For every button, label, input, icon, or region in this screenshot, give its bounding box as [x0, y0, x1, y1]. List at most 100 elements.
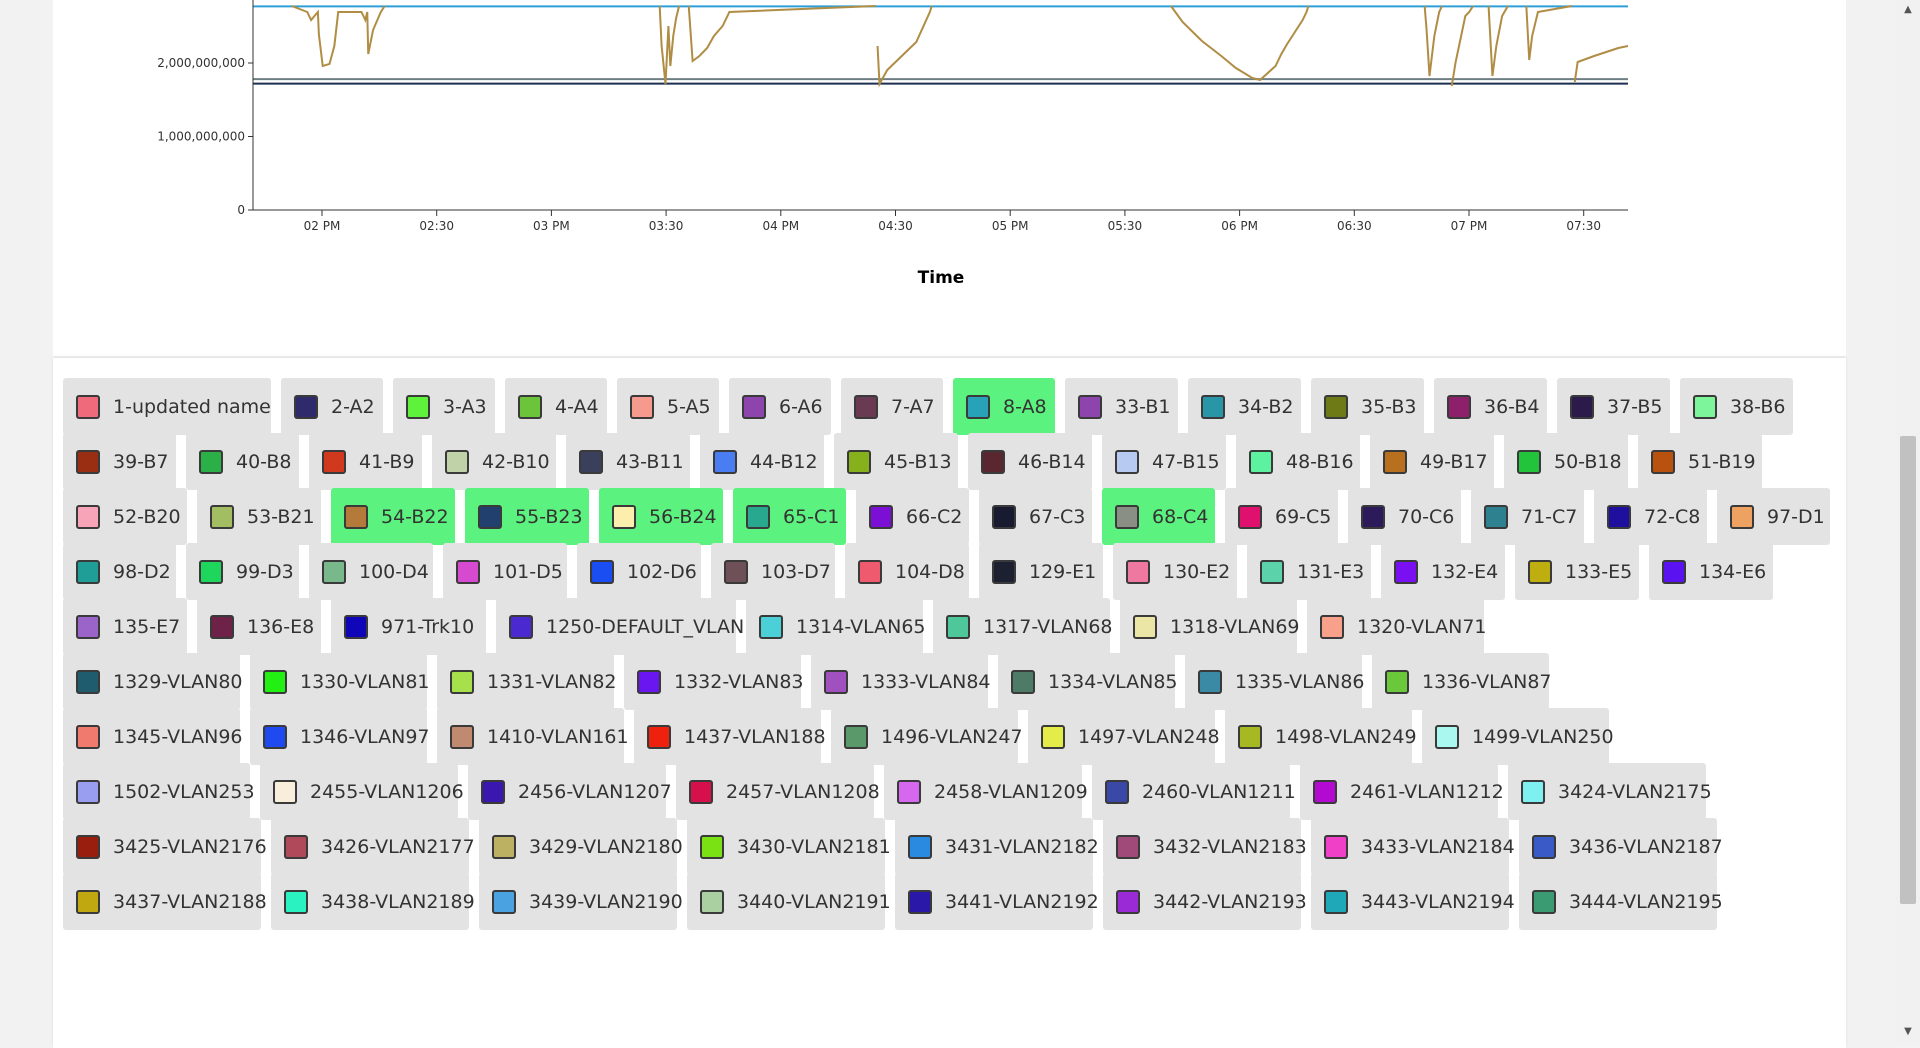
legend-chip[interactable]: 1314-VLAN65: [746, 598, 926, 655]
legend-chip[interactable]: 3432-VLAN2183: [1103, 818, 1307, 875]
legend-chip[interactable]: 1332-VLAN83: [624, 653, 804, 710]
legend-chip[interactable]: 1410-VLAN161: [437, 708, 629, 765]
legend-chip[interactable]: 42-B10: [432, 433, 556, 490]
legend-chip[interactable]: 1336-VLAN87: [1372, 653, 1552, 710]
legend-chip[interactable]: 103-D7: [711, 543, 835, 600]
legend-chip[interactable]: 2458-VLAN1209: [884, 763, 1088, 820]
legend-chip[interactable]: 2455-VLAN1206: [260, 763, 464, 820]
legend-chip[interactable]: 5-A5: [617, 378, 719, 435]
legend-chip[interactable]: 7-A7: [841, 378, 943, 435]
legend-chip[interactable]: 1333-VLAN84: [811, 653, 991, 710]
legend-chip[interactable]: 48-B16: [1236, 433, 1360, 490]
legend-chip[interactable]: 99-D3: [186, 543, 299, 600]
legend-chip[interactable]: 2461-VLAN1212: [1300, 763, 1504, 820]
legend-chip[interactable]: 2456-VLAN1207: [468, 763, 672, 820]
legend-chip[interactable]: 131-E3: [1247, 543, 1371, 600]
legend-chip[interactable]: 3437-VLAN2188: [63, 873, 267, 930]
scroll-thumb[interactable]: [1900, 436, 1916, 904]
legend-chip[interactable]: 45-B13: [834, 433, 958, 490]
legend-chip[interactable]: 971-Trk10: [331, 598, 486, 655]
legend-chip[interactable]: 3441-VLAN2192: [895, 873, 1099, 930]
legend-chip[interactable]: 3442-VLAN2193: [1103, 873, 1307, 930]
legend-chip[interactable]: 136-E8: [197, 598, 321, 655]
legend-chip[interactable]: 40-B8: [186, 433, 299, 490]
legend-chip[interactable]: 3431-VLAN2182: [895, 818, 1099, 875]
legend-chip[interactable]: 3426-VLAN2177: [271, 818, 475, 875]
legend-chip[interactable]: 1334-VLAN85: [998, 653, 1178, 710]
legend-chip[interactable]: 2-A2: [281, 378, 383, 435]
legend-chip[interactable]: 50-B18: [1504, 433, 1628, 490]
legend-chip[interactable]: 47-B15: [1102, 433, 1226, 490]
legend-chip[interactable]: 1-updated name: [63, 378, 271, 435]
legend-chip[interactable]: 68-C4: [1102, 488, 1215, 545]
legend-chip[interactable]: 36-B4: [1434, 378, 1547, 435]
legend-chip[interactable]: 1317-VLAN68: [933, 598, 1113, 655]
legend-chip[interactable]: 1496-VLAN247: [831, 708, 1023, 765]
legend-chip[interactable]: 54-B22: [331, 488, 455, 545]
legend-chip[interactable]: 52-B20: [63, 488, 187, 545]
legend-chip[interactable]: 46-B14: [968, 433, 1092, 490]
legend-chip[interactable]: 51-B19: [1638, 433, 1762, 490]
legend-chip[interactable]: 1330-VLAN81: [250, 653, 430, 710]
legend-chip[interactable]: 102-D6: [577, 543, 701, 600]
legend-chip[interactable]: 49-B17: [1370, 433, 1494, 490]
legend-chip[interactable]: 3444-VLAN2195: [1519, 873, 1723, 930]
legend-chip[interactable]: 1250-DEFAULT_VLAN: [496, 598, 744, 655]
legend-chip[interactable]: 3429-VLAN2180: [479, 818, 683, 875]
scroll-up-arrow-icon[interactable]: ▲: [1902, 4, 1914, 16]
legend-chip[interactable]: 53-B21: [197, 488, 321, 545]
legend-chip[interactable]: 1320-VLAN71: [1307, 598, 1487, 655]
legend-chip[interactable]: 67-C3: [979, 488, 1092, 545]
legend-chip[interactable]: 33-B1: [1065, 378, 1178, 435]
legend-chip[interactable]: 8-A8: [953, 378, 1055, 435]
legend-chip[interactable]: 2457-VLAN1208: [676, 763, 880, 820]
legend-chip[interactable]: 56-B24: [599, 488, 723, 545]
legend-chip[interactable]: 100-D4: [309, 543, 433, 600]
legend-chip[interactable]: 129-E1: [979, 543, 1103, 600]
legend-chip[interactable]: 1331-VLAN82: [437, 653, 617, 710]
legend-chip[interactable]: 6-A6: [729, 378, 831, 435]
legend-chip[interactable]: 1502-VLAN253: [63, 763, 255, 820]
legend-chip[interactable]: 4-A4: [505, 378, 607, 435]
legend-chip[interactable]: 130-E2: [1113, 543, 1237, 600]
scroll-down-arrow-icon[interactable]: ▼: [1902, 1026, 1914, 1038]
legend-chip[interactable]: 37-B5: [1557, 378, 1670, 435]
legend-chip[interactable]: 2460-VLAN1211: [1092, 763, 1296, 820]
legend-chip[interactable]: 134-E6: [1649, 543, 1773, 600]
legend-chip[interactable]: 69-C5: [1225, 488, 1338, 545]
legend-chip[interactable]: 44-B12: [700, 433, 824, 490]
vertical-scrollbar[interactable]: ▲ ▼: [1896, 0, 1920, 1042]
legend-chip[interactable]: 65-C1: [733, 488, 846, 545]
legend-chip[interactable]: 41-B9: [309, 433, 422, 490]
legend-chip[interactable]: 1318-VLAN69: [1120, 598, 1300, 655]
legend-chip[interactable]: 1497-VLAN248: [1028, 708, 1220, 765]
legend-chip[interactable]: 1437-VLAN188: [634, 708, 826, 765]
legend-chip[interactable]: 3438-VLAN2189: [271, 873, 475, 930]
legend-chip[interactable]: 98-D2: [63, 543, 176, 600]
legend-chip[interactable]: 1346-VLAN97: [250, 708, 430, 765]
legend-chip[interactable]: 3440-VLAN2191: [687, 873, 891, 930]
legend-chip[interactable]: 132-E4: [1381, 543, 1505, 600]
legend-chip[interactable]: 34-B2: [1188, 378, 1301, 435]
legend-chip[interactable]: 3443-VLAN2194: [1311, 873, 1515, 930]
legend-chip[interactable]: 3436-VLAN2187: [1519, 818, 1723, 875]
legend-chip[interactable]: 135-E7: [63, 598, 187, 655]
legend-chip[interactable]: 1329-VLAN80: [63, 653, 243, 710]
legend-chip[interactable]: 35-B3: [1311, 378, 1424, 435]
legend-chip[interactable]: 97-D1: [1717, 488, 1830, 545]
legend-chip[interactable]: 101-D5: [443, 543, 567, 600]
legend-chip[interactable]: 3433-VLAN2184: [1311, 818, 1515, 875]
legend-chip[interactable]: 3-A3: [393, 378, 495, 435]
legend-chip[interactable]: 133-E5: [1515, 543, 1639, 600]
legend-chip[interactable]: 3425-VLAN2176: [63, 818, 267, 875]
legend-chip[interactable]: 1499-VLAN250: [1422, 708, 1614, 765]
legend-chip[interactable]: 38-B6: [1680, 378, 1793, 435]
legend-chip[interactable]: 104-D8: [845, 543, 969, 600]
legend-chip[interactable]: 1345-VLAN96: [63, 708, 243, 765]
legend-chip[interactable]: 39-B7: [63, 433, 176, 490]
legend-chip[interactable]: 1335-VLAN86: [1185, 653, 1365, 710]
legend-chip[interactable]: 43-B11: [566, 433, 690, 490]
legend-chip[interactable]: 3439-VLAN2190: [479, 873, 683, 930]
legend-chip[interactable]: 3430-VLAN2181: [687, 818, 891, 875]
legend-chip[interactable]: 72-C8: [1594, 488, 1707, 545]
